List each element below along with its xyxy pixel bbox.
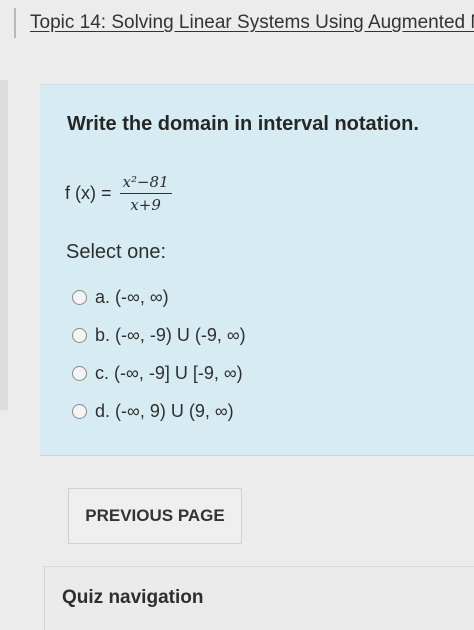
option-d-label[interactable]: d. (-∞, 9) U (9, ∞) bbox=[95, 401, 234, 422]
radio-button-d[interactable] bbox=[72, 403, 87, 419]
radio-button-b[interactable] bbox=[72, 327, 87, 343]
left-panel-edge bbox=[0, 80, 8, 410]
function-expression: f (x) = x²−81 x+9 bbox=[65, 169, 172, 217]
fraction-denominator: x+9 bbox=[130, 195, 161, 214]
function-label: f (x) = bbox=[65, 182, 112, 203]
question-prompt: Write the domain in interval notation. bbox=[67, 113, 419, 135]
option-d[interactable]: d. (-∞, 9) U (9, ∞) bbox=[72, 392, 246, 430]
radio-button-a[interactable] bbox=[72, 289, 87, 305]
option-a[interactable]: a. (-∞, ∞) bbox=[72, 278, 246, 316]
previous-page-button[interactable]: PREVIOUS PAGE bbox=[68, 488, 242, 544]
function-fraction: x²−81 x+9 bbox=[119, 173, 172, 214]
option-c-label[interactable]: c. (-∞, -9] U [-9, ∞) bbox=[95, 363, 243, 384]
option-a-label[interactable]: a. (-∞, ∞) bbox=[95, 287, 169, 308]
option-c[interactable]: c. (-∞, -9] U [-9, ∞) bbox=[72, 354, 246, 392]
radio-button-c[interactable] bbox=[72, 365, 87, 381]
header-divider bbox=[14, 8, 16, 38]
quiz-navigation-title: Quiz navigation bbox=[62, 587, 204, 608]
quiz-page: Topic 14: Solving Linear Systems Using A… bbox=[0, 0, 474, 630]
topic-title-link[interactable]: Topic 14: Solving Linear Systems Using A… bbox=[30, 12, 474, 34]
select-one-label: Select one: bbox=[66, 241, 167, 263]
answer-options: a. (-∞, ∞) b. (-∞, -9) U (-9, ∞) c. (-∞,… bbox=[72, 278, 246, 430]
quiz-navigation-panel: Quiz navigation bbox=[44, 566, 474, 630]
option-b-label[interactable]: b. (-∞, -9) U (-9, ∞) bbox=[95, 325, 246, 346]
option-b[interactable]: b. (-∞, -9) U (-9, ∞) bbox=[72, 316, 246, 354]
question-card: Write the domain in interval notation. f… bbox=[40, 84, 474, 456]
fraction-numerator: x²−81 bbox=[119, 173, 172, 194]
